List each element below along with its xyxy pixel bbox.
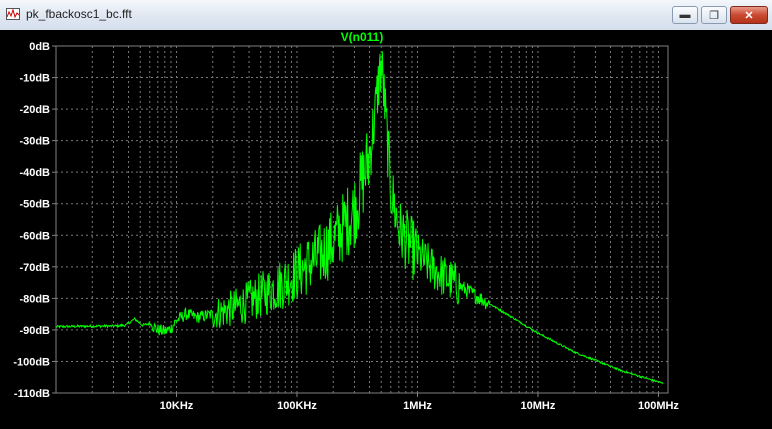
waveform-app-icon xyxy=(6,8,20,20)
title-bar[interactable]: pk_fbackosc1_bc.fft ▬ ❐ ✕ xyxy=(0,0,772,31)
fft-chart[interactable]: 0dB -10dB -20dB -30dB -40dB -50dB -60dB -70dB -8… xyxy=(0,30,772,424)
y-tick-label: -110dB xyxy=(14,388,50,400)
plot-pane[interactable]: 0dB -10dB -20dB -30dB -40dB -50dB -60dB -70dB -8… xyxy=(0,30,772,424)
trace-title[interactable]: V(n011) xyxy=(341,30,384,44)
close-button[interactable]: ✕ xyxy=(730,6,768,24)
y-tick-label: -30dB xyxy=(19,136,50,148)
y-tick-label: -100dB xyxy=(13,356,50,368)
y-axis-ticks: 0dB -10dB -20dB -30dB -40dB -50dB -60dB -70dB -8… xyxy=(13,41,56,400)
app-window: pk_fbackosc1_bc.fft ▬ ❐ ✕ 0dB -10dB -20dB -… xyxy=(0,0,772,424)
restore-icon: ❐ xyxy=(709,9,719,22)
series-trace xyxy=(55,51,664,385)
y-tick-label: -10dB xyxy=(19,73,50,85)
maximize-button[interactable]: ❐ xyxy=(701,6,727,24)
y-tick-label: -60dB xyxy=(19,230,50,242)
minimize-icon: ▬ xyxy=(679,9,691,21)
close-icon: ✕ xyxy=(744,9,754,22)
y-tick-label: -20dB xyxy=(19,104,50,116)
y-tick-label: -50dB xyxy=(19,199,50,211)
minimize-button[interactable]: ▬ xyxy=(672,6,698,24)
y-tick-label: 0dB xyxy=(29,41,50,53)
grid xyxy=(56,46,668,393)
y-tick-label: -70dB xyxy=(19,262,50,274)
x-tick-label: 100MHz xyxy=(638,400,679,412)
plot-frame xyxy=(55,45,669,394)
x-tick-label: 1MHz xyxy=(403,400,432,412)
y-tick-label: -40dB xyxy=(19,167,50,179)
y-tick-label: -90dB xyxy=(19,325,50,337)
window-title: pk_fbackosc1_bc.fft xyxy=(26,7,132,21)
y-tick-label: -80dB xyxy=(19,293,50,305)
x-axis-ticks: 10KHz 100KHz 1MHz 10MHz 100MHz xyxy=(160,393,679,412)
x-tick-label: 10MHz xyxy=(521,400,556,412)
x-tick-label: 100KHz xyxy=(277,400,317,412)
x-tick-label: 10KHz xyxy=(160,400,194,412)
